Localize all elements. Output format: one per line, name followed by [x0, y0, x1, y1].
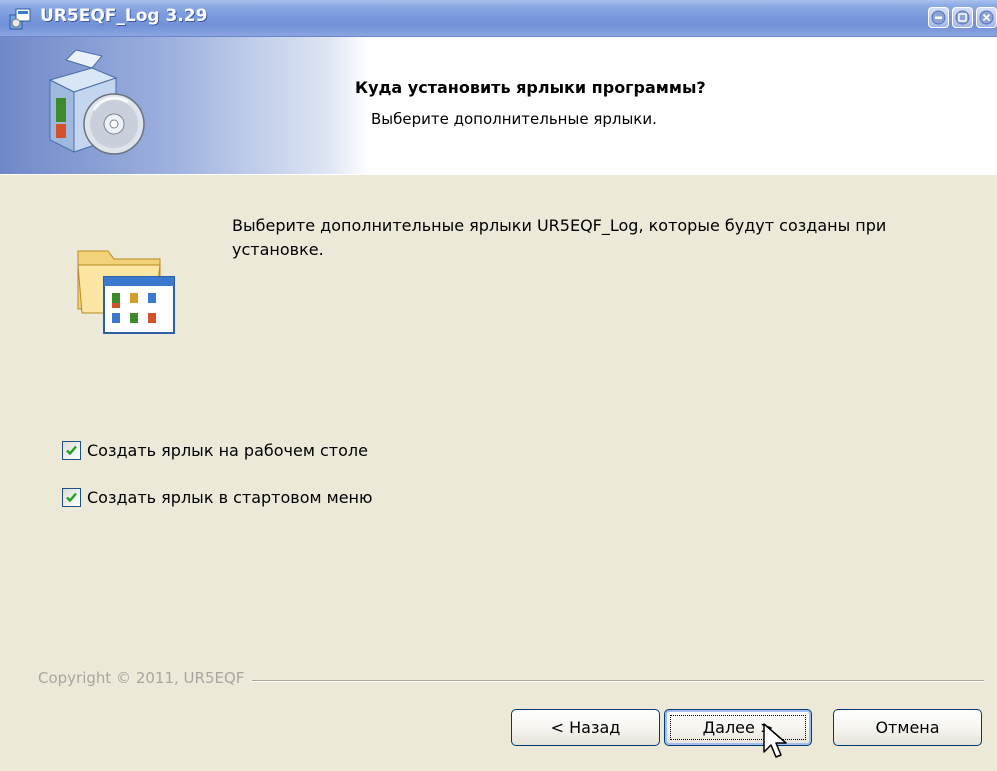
- maximize-button[interactable]: [952, 7, 973, 28]
- checkmark-icon: [66, 492, 77, 502]
- close-button[interactable]: [976, 7, 997, 28]
- mouse-cursor-icon: [763, 723, 787, 758]
- maximize-icon: [955, 10, 970, 25]
- back-button[interactable]: < Назад: [511, 709, 660, 746]
- minimize-button[interactable]: [928, 7, 949, 28]
- shortcuts-folder-icon: [77, 250, 175, 334]
- banner-title: Куда установить ярлыки программы?: [355, 78, 706, 97]
- cancel-button-label: Отмена: [875, 718, 940, 737]
- title-bar[interactable]: UR5EQF_Log 3.29: [0, 0, 997, 37]
- start-menu-shortcut-checkbox[interactable]: [62, 487, 81, 507]
- installer-app-icon: [8, 7, 32, 31]
- desktop-shortcut-option[interactable]: Создать ярлык на рабочем столе: [62, 439, 368, 461]
- start-menu-shortcut-label[interactable]: Создать ярлык в стартовом меню: [87, 488, 372, 507]
- minimize-icon: [931, 10, 946, 25]
- banner-divider: [0, 174, 997, 175]
- installer-window: UR5EQF_Log 3.29 Куда установить ярлыки п…: [0, 0, 997, 771]
- checkmark-icon: [66, 445, 77, 455]
- description-text: Выберите дополнительные ярлыки UR5EQF_Lo…: [232, 216, 887, 259]
- back-button-label: < Назад: [550, 718, 621, 737]
- desktop-shortcut-checkbox[interactable]: [62, 440, 81, 460]
- setup-disc-icon: [48, 49, 145, 155]
- cancel-button[interactable]: Отмена: [833, 709, 982, 746]
- wizard-header-banner: Куда установить ярлыки программы? Выбери…: [0, 37, 997, 175]
- window-title: UR5EQF_Log 3.29: [40, 6, 208, 26]
- banner-subtitle: Выберите дополнительные ярлыки.: [371, 110, 657, 128]
- copyright-text: Copyright © 2011, UR5EQF: [38, 669, 253, 687]
- start-menu-shortcut-option[interactable]: Создать ярлык в стартовом меню: [62, 486, 372, 508]
- close-icon: [979, 10, 994, 25]
- desktop-shortcut-label[interactable]: Создать ярлык на рабочем столе: [87, 441, 368, 460]
